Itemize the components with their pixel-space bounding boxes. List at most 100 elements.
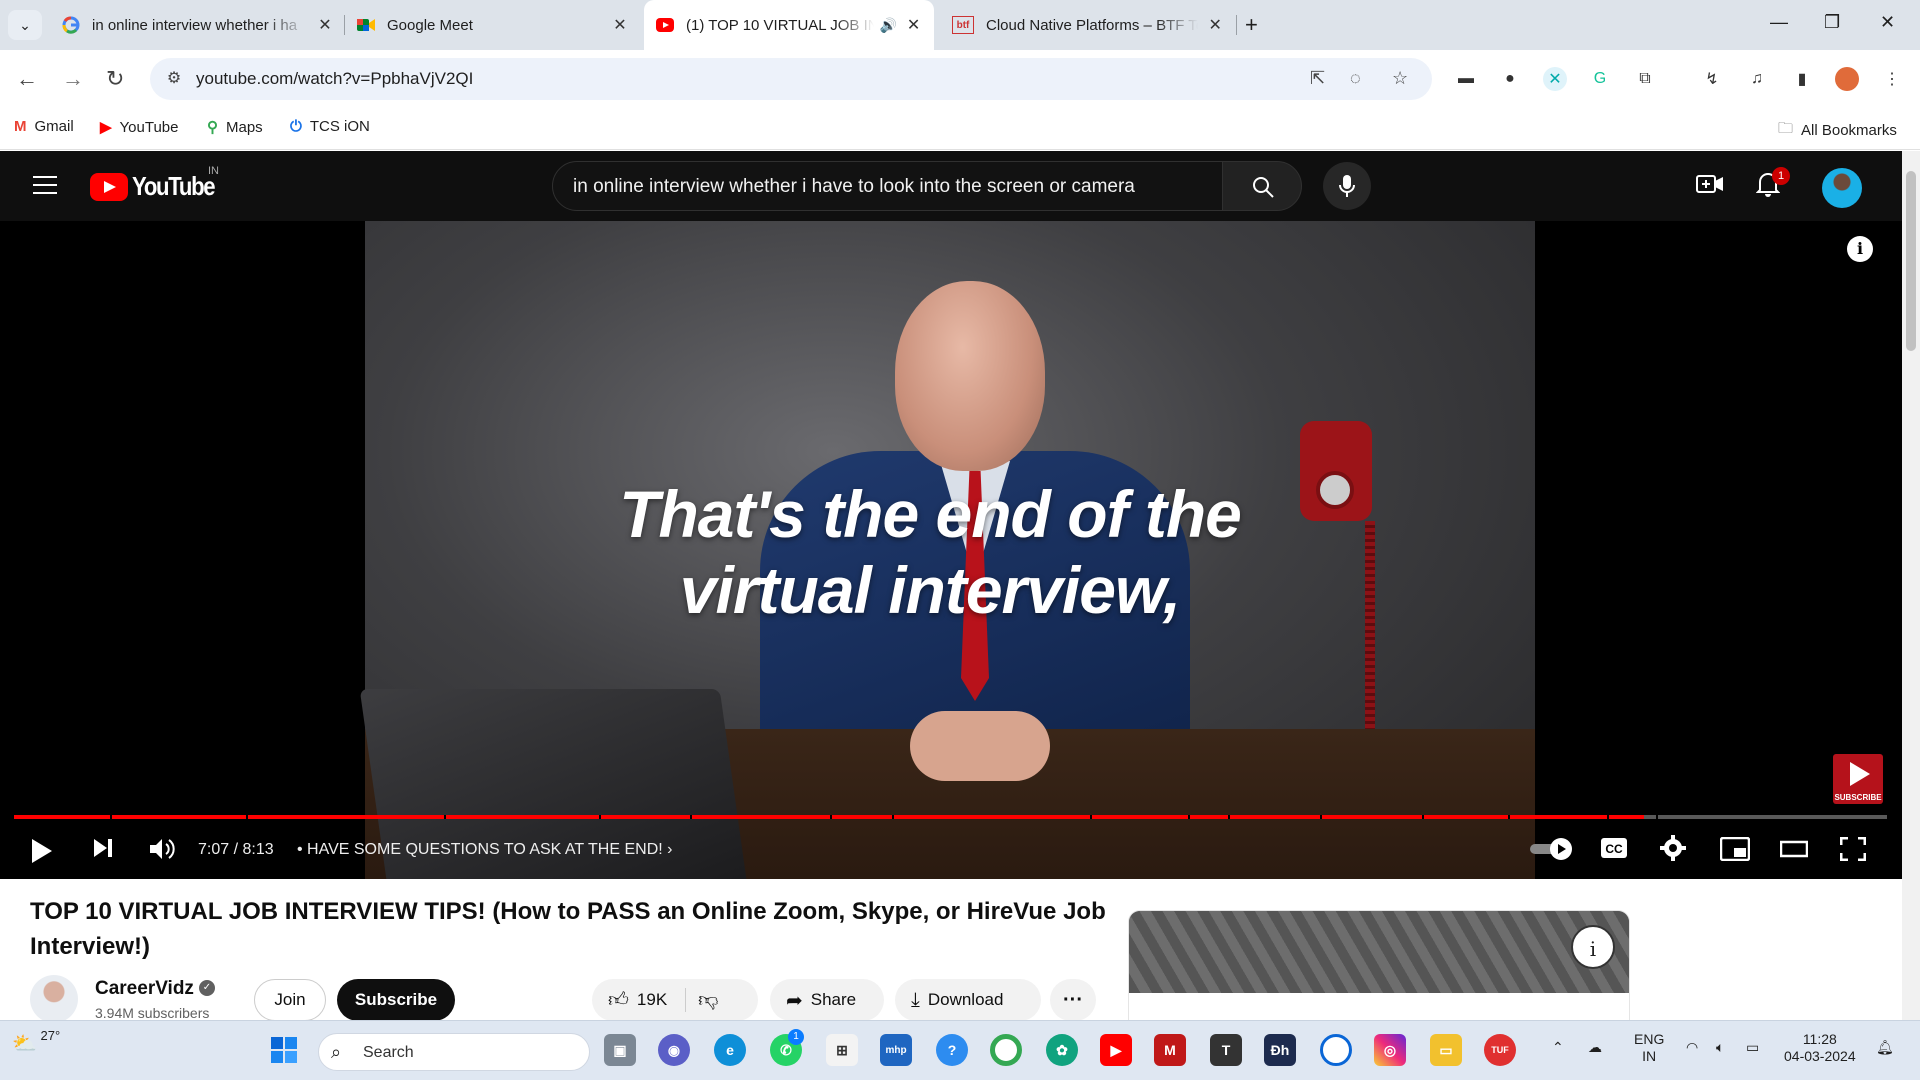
close-tab-icon[interactable]: ✕ [611, 15, 629, 35]
chrome-icon[interactable] [990, 1034, 1022, 1066]
subscribe-watermark[interactable]: SUBSCRIBE [1833, 754, 1883, 804]
extensions-puzzle-icon[interactable]: ⧉ [1633, 67, 1657, 91]
download-button[interactable]: ⤓ Download [895, 979, 1041, 1021]
subscribe-button[interactable]: Subscribe [337, 979, 455, 1021]
reload-button[interactable]: ↻ [106, 66, 124, 92]
page-scrollbar[interactable] [1902, 151, 1920, 1020]
bookmark-star-icon[interactable]: ☆ [1392, 68, 1408, 89]
tab-google-meet[interactable]: Google Meet ✕ [345, 7, 641, 43]
more-actions-button[interactable]: ··· [1050, 979, 1096, 1021]
file-explorer-icon[interactable]: ▭ [1430, 1034, 1462, 1066]
theater-mode-button[interactable] [1779, 839, 1809, 864]
edge-icon[interactable]: e [714, 1034, 746, 1066]
address-bar[interactable]: ⚙ youtube.com/watch?v=PpbhaVjV2QI ⇱ ◌ ☆ [150, 58, 1432, 100]
chevron-up-icon[interactable]: ⌃ [1552, 1039, 1564, 1056]
info-icon[interactable]: i [1847, 236, 1873, 262]
onedrive-cloud-icon[interactable]: ☁ [1588, 1039, 1602, 1056]
microsoft-store-icon[interactable]: ⊞ [826, 1034, 858, 1066]
notification-icon[interactable]: 🔔︎ [1876, 1039, 1894, 1056]
task-view-icon[interactable]: ▣ [604, 1034, 636, 1066]
speaker-icon[interactable]: 🔊 [880, 17, 897, 34]
restore-button[interactable]: ❐ [1824, 12, 1840, 33]
start-button[interactable] [268, 1034, 300, 1066]
menu-icon[interactable] [33, 176, 57, 200]
mcafee-icon[interactable]: M [1154, 1034, 1186, 1066]
bookmark-maps[interactable]: ⚲ Maps [207, 118, 263, 137]
extension-spy-icon[interactable]: ● [1498, 67, 1522, 91]
thumbs-down-icon[interactable]: 👎︎ [698, 988, 718, 1012]
open-in-app-icon[interactable]: ⇱ [1310, 68, 1325, 89]
channel-avatar[interactable] [30, 975, 78, 1023]
bookmark-tcs-ion[interactable]: ⏻ TCS iON [290, 118, 370, 135]
youtube-logo[interactable]: YouTube IN [90, 165, 229, 202]
taskbar-search[interactable]: ⌕ Search [318, 1033, 590, 1071]
back-button[interactable]: ← [16, 66, 38, 92]
tab-search-button[interactable]: ⌄ [8, 10, 42, 40]
close-tab-icon[interactable]: ✕ [1206, 15, 1224, 35]
new-tab-button[interactable]: + [1245, 12, 1258, 38]
autoplay-toggle[interactable] [1528, 837, 1574, 866]
captions-button[interactable]: CC [1600, 837, 1628, 864]
close-tab-icon[interactable]: ✕ [316, 15, 334, 35]
battery-icon[interactable]: ▭ [1746, 1039, 1759, 1056]
channel-name[interactable]: CareerVidz [95, 978, 194, 1000]
youtube-search-input[interactable]: in online interview whether i have to lo… [552, 161, 1224, 211]
youtube-icon[interactable]: ▶ [1100, 1034, 1132, 1066]
chrome-menu-icon[interactable]: ⋮ [1880, 67, 1904, 91]
cortana-icon[interactable] [1320, 1034, 1352, 1066]
settings-button[interactable] [1660, 835, 1686, 866]
volume-button[interactable] [148, 837, 176, 866]
instagram-icon[interactable]: ◎ [1374, 1034, 1406, 1066]
miniplayer-button[interactable] [1719, 836, 1751, 866]
side-panel-icon[interactable]: ▮ [1790, 67, 1814, 91]
help-icon[interactable]: ? [936, 1034, 968, 1066]
bookmark-youtube[interactable]: ▶ YouTube [100, 118, 179, 137]
tuf-icon[interactable]: TUF [1484, 1034, 1516, 1066]
progress-bar[interactable] [14, 815, 1887, 819]
like-count[interactable]: 19K [637, 990, 667, 1010]
language-code: ENG [1634, 1031, 1665, 1047]
extension-icon[interactable]: ▬ [1454, 67, 1478, 91]
url-text[interactable]: youtube.com/watch?v=PpbhaVjV2QI [196, 69, 473, 89]
close-tab-icon[interactable]: ✕ [905, 15, 922, 35]
site-info-icon[interactable]: ⚙ [162, 68, 186, 90]
eye-off-icon[interactable]: ◌ [1350, 68, 1361, 89]
forward-button[interactable]: → [62, 66, 84, 92]
mhp-app-icon[interactable]: mhp [880, 1034, 912, 1066]
youtube-search-button[interactable] [1222, 161, 1302, 211]
clock[interactable]: 11:28 04-03-2024 [1784, 1031, 1856, 1065]
media-control-icon[interactable]: ♫ [1745, 67, 1769, 91]
language-indicator[interactable]: ENG IN [1634, 1031, 1664, 1065]
volume-icon[interactable]: 🔈︎ [1716, 1039, 1724, 1056]
share-button[interactable]: ➦ Share [770, 979, 884, 1021]
chapter-title[interactable]: • HAVE SOME QUESTIONS TO ASK AT THE END!… [297, 841, 672, 859]
dh-app-icon[interactable]: Ðh [1264, 1034, 1296, 1066]
grammarly-icon[interactable]: G [1588, 67, 1612, 91]
thumbs-up-icon[interactable]: 👍︎ [608, 988, 629, 1012]
fullscreen-button[interactable] [1839, 836, 1867, 866]
scrollbar-thumb[interactable] [1906, 171, 1916, 351]
extension-x-icon[interactable]: ✕ [1543, 67, 1567, 91]
profile-avatar[interactable] [1835, 67, 1859, 91]
performance-icon[interactable]: ↯ [1700, 67, 1724, 91]
play-button[interactable] [32, 839, 52, 863]
info-icon[interactable]: i [1571, 925, 1615, 969]
next-button[interactable] [92, 837, 114, 864]
text-app-icon[interactable]: T [1210, 1034, 1242, 1066]
all-bookmarks[interactable]: 🗀 All Bookmarks [1778, 118, 1897, 143]
create-video-icon[interactable] [1696, 173, 1724, 201]
teams-chat-icon[interactable]: ◉ [658, 1034, 690, 1066]
account-avatar[interactable] [1822, 168, 1862, 208]
close-window-button[interactable]: ✕ [1880, 12, 1895, 33]
minimize-button[interactable]: — [1770, 12, 1788, 33]
wifi-icon[interactable]: ◠ [1686, 1039, 1698, 1056]
bookmark-gmail[interactable]: M Gmail [14, 118, 74, 135]
video-player[interactable]: That's the end of the virtual interview,… [0, 221, 1902, 879]
chatgpt-icon[interactable]: ✿ [1046, 1034, 1078, 1066]
tab-btf[interactable]: btf Cloud Native Platforms – BTF Te ✕ [940, 7, 1236, 43]
tab-youtube-video[interactable]: (1) TOP 10 VIRTUAL JOB INT 🔊 ✕ [644, 0, 934, 50]
weather-widget[interactable]: ⛅ 27° [12, 1028, 60, 1056]
voice-search-button[interactable] [1323, 162, 1371, 210]
tab-google-search[interactable]: in online interview whether i ha ✕ [50, 7, 346, 43]
join-button[interactable]: Join [254, 979, 326, 1021]
